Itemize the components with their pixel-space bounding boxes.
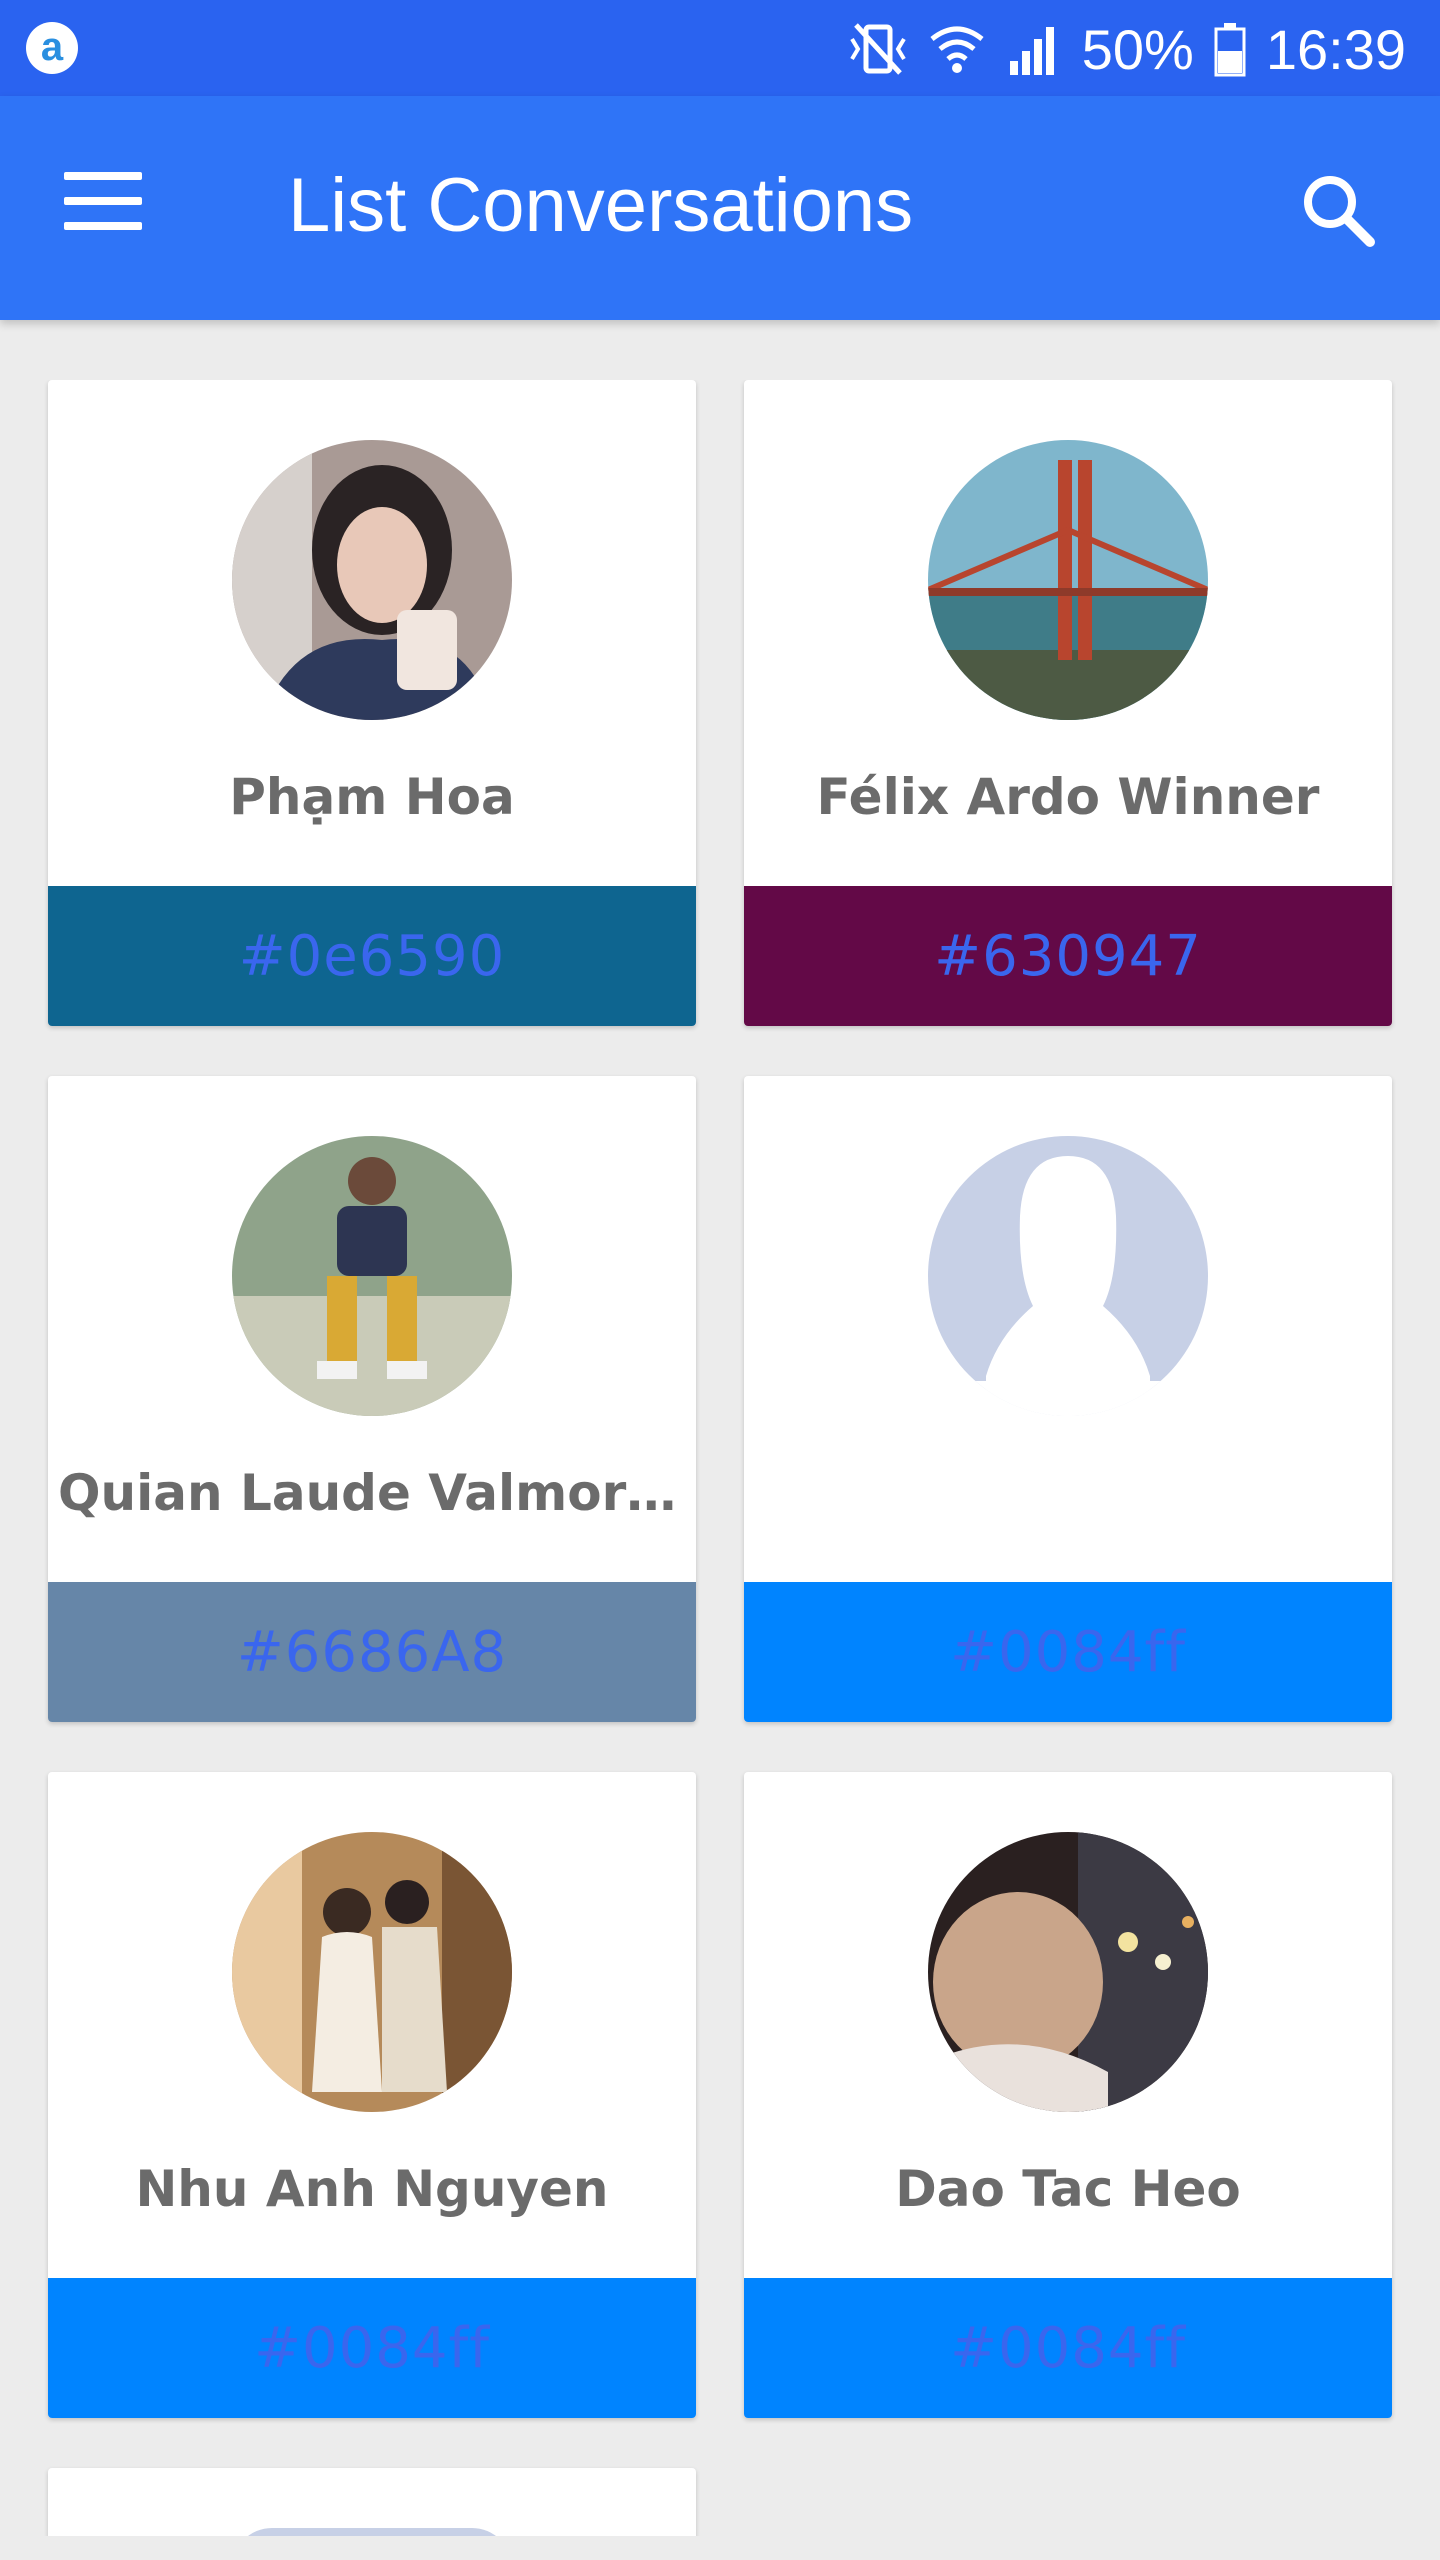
color-footer: #0084ff	[744, 1582, 1392, 1722]
color-code: #630947	[934, 923, 1202, 989]
avatar	[232, 1136, 512, 1416]
contact-name: Phạm Hoa	[229, 768, 515, 826]
conversation-card[interactable]: Félix Ardo Winner #630947	[744, 380, 1392, 1026]
conversation-card[interactable]: Dao Tac Heo #0084ff	[744, 1772, 1392, 2418]
color-footer: #6686A8	[48, 1582, 696, 1722]
page-title: List Conversations	[288, 163, 914, 248]
clock: 16:39	[1265, 17, 1406, 81]
battery-percent: 50%	[1081, 17, 1194, 81]
conversation-grid: Phạm Hoa #0e6590 Félix Ardo Winner #6309…	[0, 380, 1440, 2536]
vibrate-icon	[850, 23, 906, 75]
hamburger-menu-icon[interactable]	[64, 172, 160, 244]
battery-icon	[1214, 23, 1246, 77]
conversation-card[interactable]: Phạm Hoa #0e6590	[48, 380, 696, 1026]
color-code: #0e6590	[238, 923, 506, 989]
conversation-card[interactable]: Nhu Anh Nguyen #0084ff	[48, 1772, 696, 2418]
color-footer: #0084ff	[48, 2278, 696, 2418]
search-icon[interactable]	[1292, 164, 1388, 260]
app-notification-icon: a	[26, 22, 78, 74]
avatar	[232, 1832, 512, 2112]
avatar	[232, 440, 512, 720]
conversation-card[interactable]: Quian Laude Valmores... #6686A8	[48, 1076, 696, 1722]
color-footer: #0084ff	[744, 2278, 1392, 2418]
color-footer: #0e6590	[48, 886, 696, 1026]
avatar	[928, 440, 1208, 720]
wifi-icon	[930, 26, 984, 73]
app-bar: List Conversations	[0, 96, 1440, 320]
conversation-card[interactable]: #0084ff	[744, 1076, 1392, 1722]
color-code: #0084ff	[950, 2315, 1186, 2381]
status-bar: a 50% 16:39	[0, 0, 1440, 96]
contact-name: Nhu Anh Nguyen	[135, 2160, 609, 2218]
color-code: #0084ff	[950, 1619, 1186, 1685]
signal-icon	[1009, 27, 1054, 75]
status-icons: 50% 16:39	[848, 14, 1406, 84]
contact-name: Dao Tac Heo	[895, 2160, 1241, 2218]
color-footer: #630947	[744, 886, 1392, 1026]
avatar	[928, 1832, 1208, 2112]
conversation-card[interactable]	[48, 2468, 696, 2536]
contact-name: Félix Ardo Winner	[816, 768, 1320, 826]
default-avatar-icon	[928, 1136, 1208, 1416]
contact-name: Quian Laude Valmores...	[58, 1464, 686, 1522]
color-code: #0084ff	[254, 2315, 490, 2381]
color-code: #6686A8	[236, 1619, 508, 1685]
default-avatar-icon	[232, 2528, 512, 2536]
